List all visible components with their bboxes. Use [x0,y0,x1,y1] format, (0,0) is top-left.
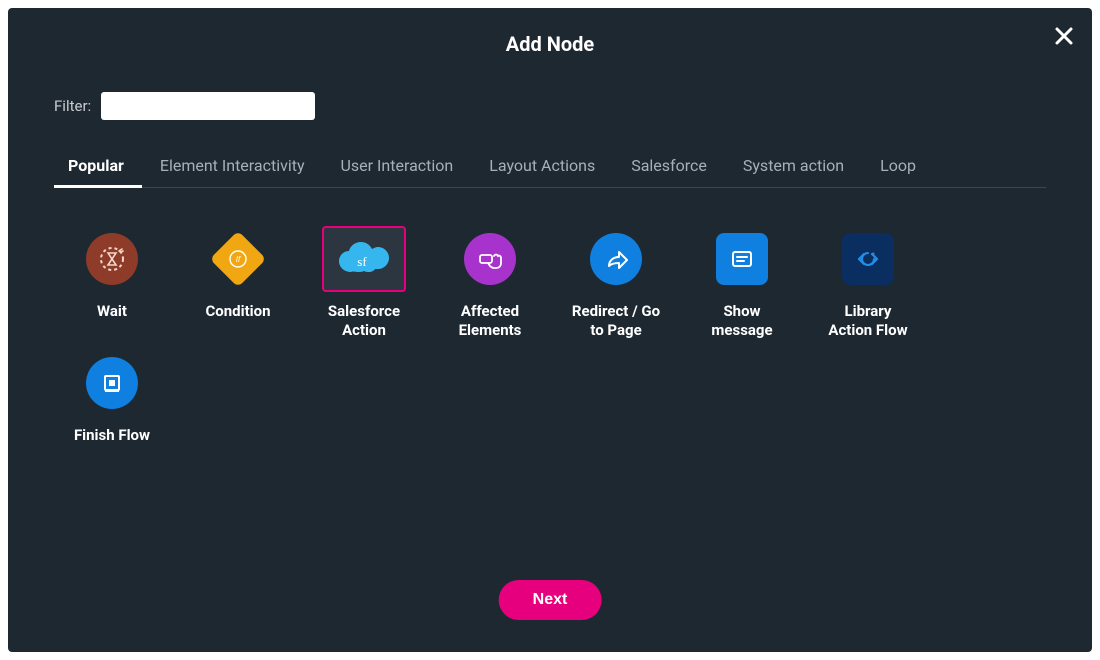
close-icon [1054,26,1074,46]
tabs-bar: Popular Element Interactivity User Inter… [54,156,1046,188]
node-label: Salesforce Action [309,302,419,340]
node-condition[interactable]: If Condition [180,226,296,340]
dialog-title: Add Node [8,8,1092,56]
tab-user-interaction[interactable]: User Interaction [323,156,472,187]
next-button-label: Next [533,591,568,608]
tab-popular[interactable]: Popular [54,156,142,187]
tab-layout-actions[interactable]: Layout Actions [471,156,613,187]
node-label: Show message [687,302,797,340]
tab-element-interactivity[interactable]: Element Interactivity [142,156,323,187]
finish-icon [86,357,138,409]
tab-label: System action [743,156,844,175]
node-icon-wrap: If [196,226,280,292]
share-arrow-icon [590,233,642,285]
node-icon-wrap [574,226,658,292]
tab-label: Loop [880,156,916,175]
node-show-message[interactable]: Show message [684,226,800,340]
node-redirect[interactable]: Redirect / Go to Page [558,226,674,340]
close-button[interactable] [1050,22,1078,50]
tab-loop[interactable]: Loop [862,156,934,187]
node-icon-wrap [826,226,910,292]
hand-tap-icon [464,233,516,285]
add-node-dialog: Add Node Filter: Popular Element Interac… [8,8,1092,652]
node-label: Library Action Flow [813,302,923,340]
tab-label: Element Interactivity [160,156,305,175]
tab-label: User Interaction [341,156,454,175]
filter-row: Filter: [54,92,1092,120]
svg-text:If: If [236,255,241,264]
node-icon-wrap [70,226,154,292]
svg-text:sf: sf [357,254,367,269]
node-label: Finish Flow [57,426,167,445]
node-label: Affected Elements [435,302,545,340]
node-icon-wrap [448,226,532,292]
node-label: Redirect / Go to Page [561,302,671,340]
node-label: Condition [183,302,293,321]
node-salesforce-action[interactable]: sf Salesforce Action [306,226,422,340]
message-icon [716,233,768,285]
tab-label: Salesforce [631,156,707,175]
node-icon-wrap [700,226,784,292]
node-icon-wrap [70,350,154,416]
tab-salesforce[interactable]: Salesforce [613,156,725,187]
salesforce-cloud-icon: sf [333,238,395,280]
next-button[interactable]: Next [499,580,602,620]
tab-label: Popular [68,156,124,175]
node-finish-flow[interactable]: Finish Flow [54,350,170,445]
node-wait[interactable]: Wait [54,226,170,340]
node-affected-elements[interactable]: Affected Elements [432,226,548,340]
filter-input[interactable] [101,92,315,120]
node-grid: Wait If Condition [54,226,1046,444]
node-library-action-flow[interactable]: Library Action Flow [810,226,926,340]
node-label: Wait [57,302,167,321]
code-loop-icon [842,233,894,285]
tab-label: Layout Actions [489,156,595,175]
condition-icon: If [210,231,267,288]
hourglass-icon [86,233,138,285]
node-icon-wrap: sf [322,226,406,292]
filter-label: Filter: [54,97,91,115]
tab-system-action[interactable]: System action [725,156,862,187]
